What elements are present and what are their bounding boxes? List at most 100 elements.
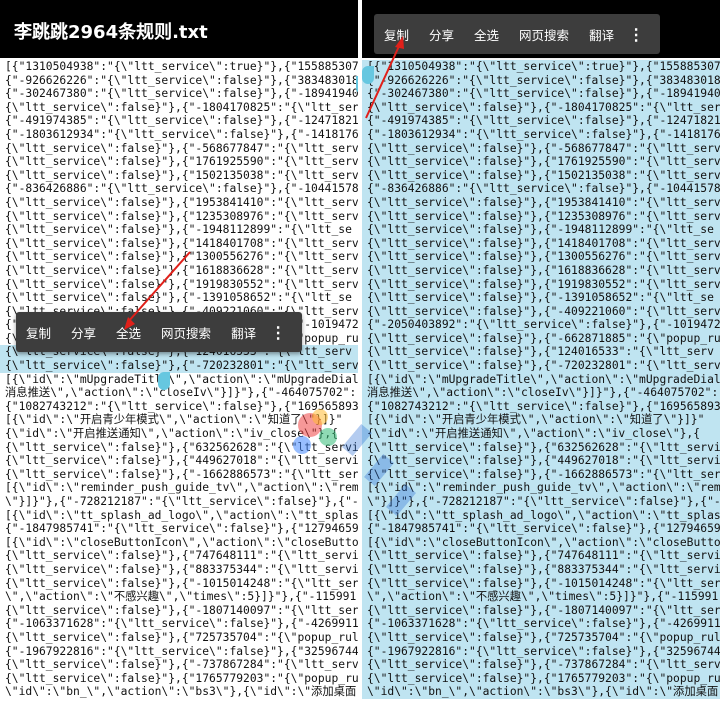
text-line: {\"ltt_service\":false}"},{"1765779203":… bbox=[5, 671, 358, 685]
menu-select-all[interactable]: 全选 bbox=[106, 323, 151, 342]
text-line: {\"ltt_service\":false}"},{"-1015014248"… bbox=[362, 576, 720, 591]
text-line: {\"ltt_service\":false}"},{"1618836628":… bbox=[5, 263, 358, 277]
text-line: {\"ltt_service\":false}"},{"-720232801":… bbox=[0, 359, 358, 373]
file-title: 李跳跳2964条规则.txt bbox=[14, 22, 208, 43]
text-line: {\"ltt_service\":false}"},{"747648111":"… bbox=[5, 549, 358, 563]
text-line: [{\"id\":\"mUpgradeTitle\",\"action\":\"… bbox=[5, 372, 358, 386]
text-line: {"1082743212":"{\"ltt_service\":false}"}… bbox=[362, 399, 720, 414]
menu-share[interactable]: 分享 bbox=[419, 25, 464, 44]
text-line: {\"ltt_service\":false}"},{"-1804170825"… bbox=[362, 100, 720, 115]
selection-handle-end[interactable] bbox=[158, 372, 170, 390]
text-line: {\"ltt_service\":false}"},{"1502135038":… bbox=[5, 168, 358, 182]
menu-share[interactable]: 分享 bbox=[61, 323, 106, 342]
text-line: {\"ltt_service\":false}"},{"725735704":"… bbox=[362, 630, 720, 645]
text-line: {\"ltt_service\":false}"},{"-409221060":… bbox=[362, 304, 720, 319]
text-line: \"id\":\"bn_\",\"action\":\"bs3\"},{\"id… bbox=[362, 685, 720, 699]
text-line: {\"ltt_service\":false}"},{"1300556276":… bbox=[362, 250, 720, 264]
text-line: {\"ltt_service\":false}"},{"1418401708":… bbox=[362, 236, 720, 251]
text-line: [{"1310504938":"{\"ltt_service\":true}"}… bbox=[5, 60, 358, 73]
text-line: {\"ltt_service\":false}"},{"1502135038":… bbox=[362, 168, 720, 183]
text-line: {"-1063371628":"{\"ltt_service\":false}"… bbox=[5, 617, 358, 631]
title-bar: 李跳跳2964条规则.txt bbox=[0, 0, 358, 58]
text-line: {"-1847985741":"{\"ltt_service\":false}"… bbox=[362, 522, 720, 536]
text-line: {"-1803612934":"{\"ltt_service\":false}"… bbox=[362, 127, 720, 142]
text-line: {\"ltt_service\":false}"},{"-1391058652"… bbox=[5, 291, 352, 305]
text-line: {"-1967922816":"{\"ltt_service\":false}"… bbox=[362, 644, 720, 659]
text-line: {"-302467380":"{\"ltt_service\":false}"}… bbox=[362, 87, 720, 101]
text-line: [{\"id\":\"mUpgradeTitle\",\"action\":\"… bbox=[362, 372, 720, 387]
text-line: {\"ltt_service\":false}"},{"124016533":"… bbox=[362, 345, 720, 360]
text-line: {\"ltt_service\":false}"},{"-1807140097"… bbox=[5, 603, 358, 617]
text-line: {\"ltt_service\":false}"},{"-1807140097"… bbox=[362, 603, 720, 618]
text-line: {"-491974385":"{\"ltt_service\":false}"}… bbox=[5, 114, 358, 128]
text-line: [{\"id\":\"reminder_push_guide_tv\",\"ac… bbox=[5, 481, 358, 495]
text-line: {\"ltt_service\":false}"},{"-720232801":… bbox=[362, 359, 720, 373]
text-line: {\"ltt_service\":false}"},{"-1662886573"… bbox=[362, 467, 720, 482]
text-line: {"-926626226":"{\"ltt_service\":false}"}… bbox=[5, 73, 358, 87]
text-line: {\"ltt_service\":false}"},{"1761925590":… bbox=[362, 155, 720, 169]
text-line: [{\"id\":\"closeButtonIcon\",\"action\":… bbox=[5, 535, 358, 549]
menu-web-search[interactable]: 网页搜索 bbox=[151, 323, 221, 342]
menu-copy[interactable]: 复制 bbox=[374, 25, 419, 44]
text-line: {"-2050403892":"{\"ltt_service\":false}"… bbox=[362, 318, 720, 332]
more-options-icon[interactable]: ⋮ bbox=[266, 312, 290, 352]
text-line: \"id\":\"bn_\",\"action\":\"bs3\"},{\"id… bbox=[5, 685, 357, 699]
text-line: {"-1967922816":"{\"ltt_service\":false}"… bbox=[5, 644, 358, 658]
text-line: {"-491974385":"{\"ltt_service\":false}"}… bbox=[362, 114, 720, 128]
text-line: {\"ltt_service\":false}"},{"-1804170825"… bbox=[5, 100, 358, 114]
text-line: \"}]}"},{"-728212187":"{\"ltt_service\":… bbox=[5, 495, 358, 508]
text-line: {"1082743212":"{\"ltt_service\":false}"}… bbox=[5, 399, 358, 413]
text-line: [{"1310504938":"{\"ltt_service\":true}"}… bbox=[362, 60, 720, 74]
text-line: {\"ltt_service\":false}"},{"1953841410":… bbox=[362, 195, 720, 210]
text-line: {\"ltt_service\":false}"},{"-662871885":… bbox=[362, 331, 720, 346]
more-options-icon[interactable]: ⋮ bbox=[624, 14, 648, 54]
text-line: {\"ltt_service\":false}"},{"1919830552":… bbox=[5, 277, 358, 291]
text-line: {\"ltt_service\":false}"},{"1618836628":… bbox=[362, 263, 720, 278]
text-line: {"-1063371628":"{\"ltt_service\":false}"… bbox=[362, 617, 720, 631]
text-line: {\"ltt_service\":false}"},{"1953841410":… bbox=[5, 195, 358, 209]
text-line: {\"ltt_service\":false}"},{"632562628":"… bbox=[5, 440, 358, 454]
text-line: {\"ltt_service\":false}"},{"1765779203":… bbox=[362, 671, 720, 686]
text-line: {"-1803612934":"{\"ltt_service\":false}"… bbox=[5, 127, 358, 141]
text-line: {\"ltt_service\":false}"},{"725735704":"… bbox=[5, 630, 358, 644]
text-line: {\"ltt_service\":false}"},{"632562628":"… bbox=[362, 440, 720, 455]
text-line: 消息推送\",\"action\":\"closeIv\"}]}"},{"-46… bbox=[5, 386, 357, 400]
text-line: {\"id\":\"开启推送通知\",\"action\":\"iv_close… bbox=[5, 427, 339, 441]
text-line: {"-1847985741":"{\"ltt_service\":false}"… bbox=[5, 522, 358, 536]
text-line: \",\"action\":\"不感兴趣\",\"times\":5}]}"},… bbox=[5, 590, 357, 604]
text-line: {\"ltt_service\":false}"},{"-568677847":… bbox=[362, 141, 720, 156]
text-line: {\"ltt_service\":false}"},{"1300556276":… bbox=[5, 250, 358, 264]
selection-handle-start-right[interactable] bbox=[362, 66, 374, 84]
menu-select-all[interactable]: 全选 bbox=[464, 25, 509, 44]
text-line: {\"ltt_service\":false}"},{"-737867284":… bbox=[5, 658, 358, 672]
text-line: [{\"id\":\"开启青少年模式\",\"action\":\"知道了\"}… bbox=[5, 413, 343, 427]
text-line: {\"ltt_service\":false}"},{"-1015014248"… bbox=[5, 576, 358, 590]
text-line: [{\"id\":\"tt_splash_ad_logo\",\"action\… bbox=[5, 508, 358, 522]
text-line: {\"ltt_service\":false}"},{"1235308976":… bbox=[362, 209, 720, 224]
text-line: {\"id\":\"开启推送通知\",\"action\":\"iv_close… bbox=[362, 427, 720, 441]
left-screenshot: 李跳跳2964条规则.txt [{"1310504938":"{\"ltt_se… bbox=[0, 0, 358, 725]
context-menu-right: 复制 分享 全选 网页搜索 翻译 ⋮ bbox=[374, 14, 660, 54]
menu-web-search[interactable]: 网页搜索 bbox=[509, 25, 579, 44]
text-line: {"-926626226":"{\"ltt_service\":false}"}… bbox=[362, 73, 720, 88]
text-line: {\"ltt_service\":false}"},{"-1948112899"… bbox=[5, 223, 352, 237]
text-line: {\"ltt_service\":false}"},{"883375344":"… bbox=[5, 562, 358, 576]
text-line: {"-836426886":"{\"ltt_service\":false}"}… bbox=[5, 182, 358, 196]
text-line: {\"ltt_service\":false}"},{"449627018":"… bbox=[5, 454, 358, 468]
context-menu: 复制 分享 全选 网页搜索 翻译 ⋮ bbox=[16, 312, 302, 352]
text-line: [{\"id\":\"开启青少年模式\",\"action\":\"知道了\"}… bbox=[362, 413, 720, 428]
text-line: \",\"action\":\"不感兴趣\",\"times\":5}]}"},… bbox=[362, 590, 720, 604]
menu-copy[interactable]: 复制 bbox=[16, 323, 61, 342]
text-line: {\"ltt_service\":false}"},{"449627018":"… bbox=[362, 454, 720, 468]
text-content-selected[interactable]: [{"1310504938":"{\"ltt_service\":true}"}… bbox=[362, 60, 720, 699]
text-line: 消息推送\",\"action\":\"closeIv\"}]}"},{"-46… bbox=[362, 386, 720, 400]
text-line: {\"ltt_service\":false}"},{"1761925590":… bbox=[5, 155, 358, 169]
right-screenshot: [{"1310504938":"{\"ltt_service\":true}"}… bbox=[362, 0, 720, 725]
text-line: {\"ltt_service\":false}"},{"-1391058652"… bbox=[362, 291, 720, 305]
text-content[interactable]: [{"1310504938":"{\"ltt_service\":true}"}… bbox=[0, 60, 358, 699]
text-line: {\"ltt_service\":false}"},{"-1948112899"… bbox=[362, 223, 720, 237]
text-line: [{\"id\":\"reminder_push_guide_tv\",\"ac… bbox=[362, 481, 720, 495]
text-line: {\"ltt_service\":false}"},{"-568677847":… bbox=[5, 141, 358, 155]
menu-translate[interactable]: 翻译 bbox=[221, 323, 266, 342]
menu-translate[interactable]: 翻译 bbox=[579, 25, 624, 44]
